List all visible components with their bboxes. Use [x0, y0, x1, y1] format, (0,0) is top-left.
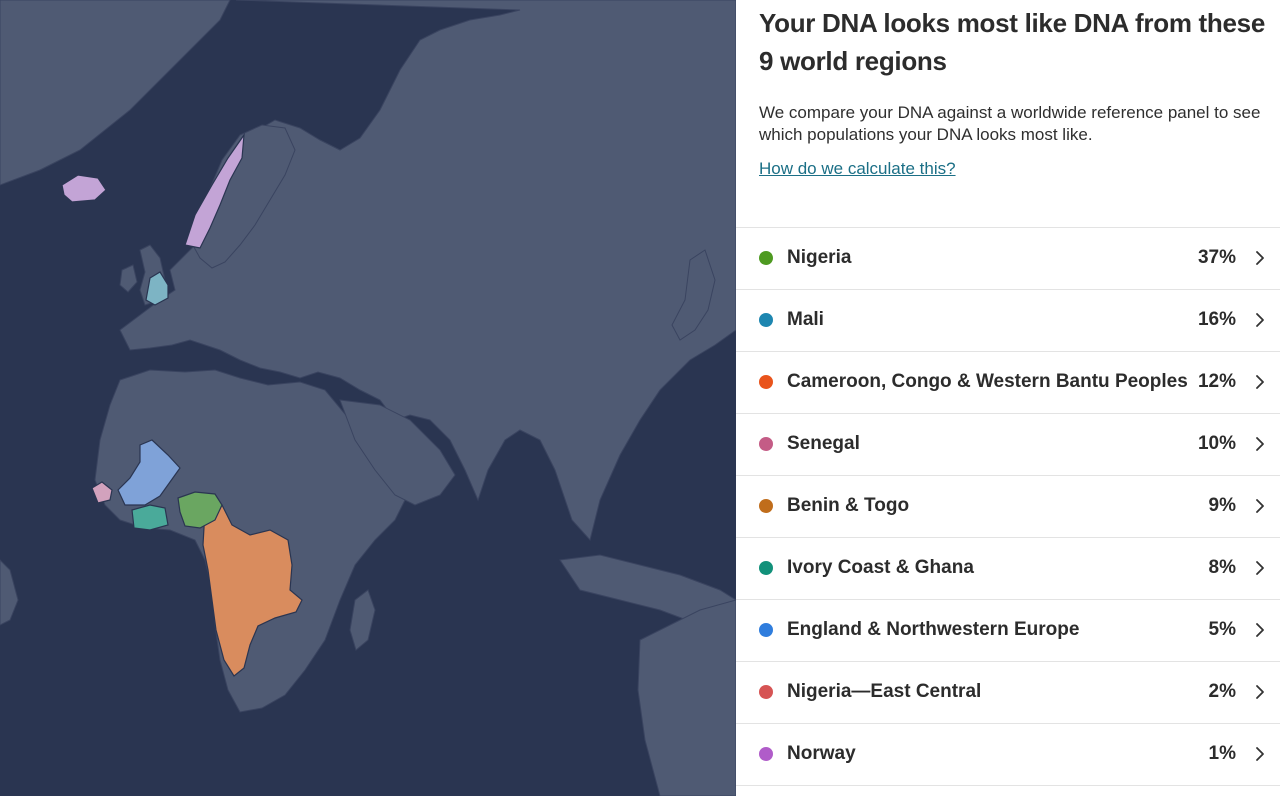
- region-percent: 1%: [1208, 743, 1236, 764]
- chevron-right-icon: [1256, 747, 1264, 761]
- how-calculated-link[interactable]: How do we calculate this?: [759, 158, 956, 180]
- world-map: [0, 0, 736, 796]
- chevron-right-icon: [1256, 685, 1264, 699]
- ancestry-map[interactable]: [0, 0, 736, 796]
- region-color-dot: [759, 375, 773, 389]
- region-color-dot: [759, 561, 773, 575]
- chevron-right-icon: [1256, 561, 1264, 575]
- region-percent: 37%: [1197, 247, 1236, 268]
- region-name: Nigeria—East Central: [787, 681, 982, 702]
- highlight-ivory-coast-ghana: [131, 504, 169, 531]
- region-row-norway[interactable]: Norway 1%: [736, 724, 1280, 786]
- region-percent: 10%: [1197, 433, 1236, 454]
- region-row-mali[interactable]: Mali 16%: [736, 290, 1280, 352]
- region-name: Senegal: [787, 433, 860, 454]
- region-color-dot: [759, 251, 773, 265]
- region-percent: 5%: [1208, 619, 1236, 640]
- page-title: Your DNA looks most like DNA from these …: [759, 8, 1265, 76]
- region-color-dot: [759, 685, 773, 699]
- ancestry-panel: Your DNA looks most like DNA from these …: [736, 0, 1280, 796]
- region-row-ivory-coast-ghana[interactable]: Ivory Coast & Ghana 8%: [736, 538, 1280, 600]
- region-percent: 8%: [1208, 557, 1236, 578]
- region-color-dot: [759, 747, 773, 761]
- region-color-dot: [759, 623, 773, 637]
- region-name: Ivory Coast & Ghana: [787, 557, 974, 578]
- region-percent: 2%: [1208, 681, 1236, 702]
- region-row-benin-togo[interactable]: Benin & Togo 9%: [736, 476, 1280, 538]
- page-description: We compare your DNA against a worldwide …: [759, 103, 1261, 144]
- region-row-nigeria-east-central[interactable]: Nigeria—East Central 2%: [736, 662, 1280, 724]
- region-name: Norway: [787, 743, 856, 764]
- chevron-right-icon: [1256, 313, 1264, 327]
- region-row-senegal[interactable]: Senegal 10%: [736, 414, 1280, 476]
- chevron-right-icon: [1256, 437, 1264, 451]
- chevron-right-icon: [1256, 499, 1264, 513]
- region-name: England & Northwestern Europe: [787, 619, 1080, 640]
- chevron-right-icon: [1256, 375, 1264, 389]
- region-name: Benin & Togo: [787, 495, 910, 516]
- region-color-dot: [759, 437, 773, 451]
- region-list: Nigeria 37% Mali 16% Cameroon, Congo & W…: [736, 227, 1280, 786]
- region-percent: 16%: [1197, 309, 1236, 330]
- region-name: Cameroon, Congo & Western Bantu Peoples: [787, 371, 1188, 392]
- region-row-nigeria[interactable]: Nigeria 37%: [736, 228, 1280, 290]
- region-color-dot: [759, 313, 773, 327]
- region-name: Mali: [787, 309, 824, 330]
- region-color-dot: [759, 499, 773, 513]
- chevron-right-icon: [1256, 251, 1264, 265]
- chevron-right-icon: [1256, 623, 1264, 637]
- region-row-england-nw-europe[interactable]: England & Northwestern Europe 5%: [736, 600, 1280, 662]
- region-percent: 9%: [1208, 495, 1236, 516]
- region-percent: 12%: [1197, 371, 1236, 392]
- region-row-cameroon-congo[interactable]: Cameroon, Congo & Western Bantu Peoples …: [736, 352, 1280, 414]
- region-name: Nigeria: [787, 247, 852, 268]
